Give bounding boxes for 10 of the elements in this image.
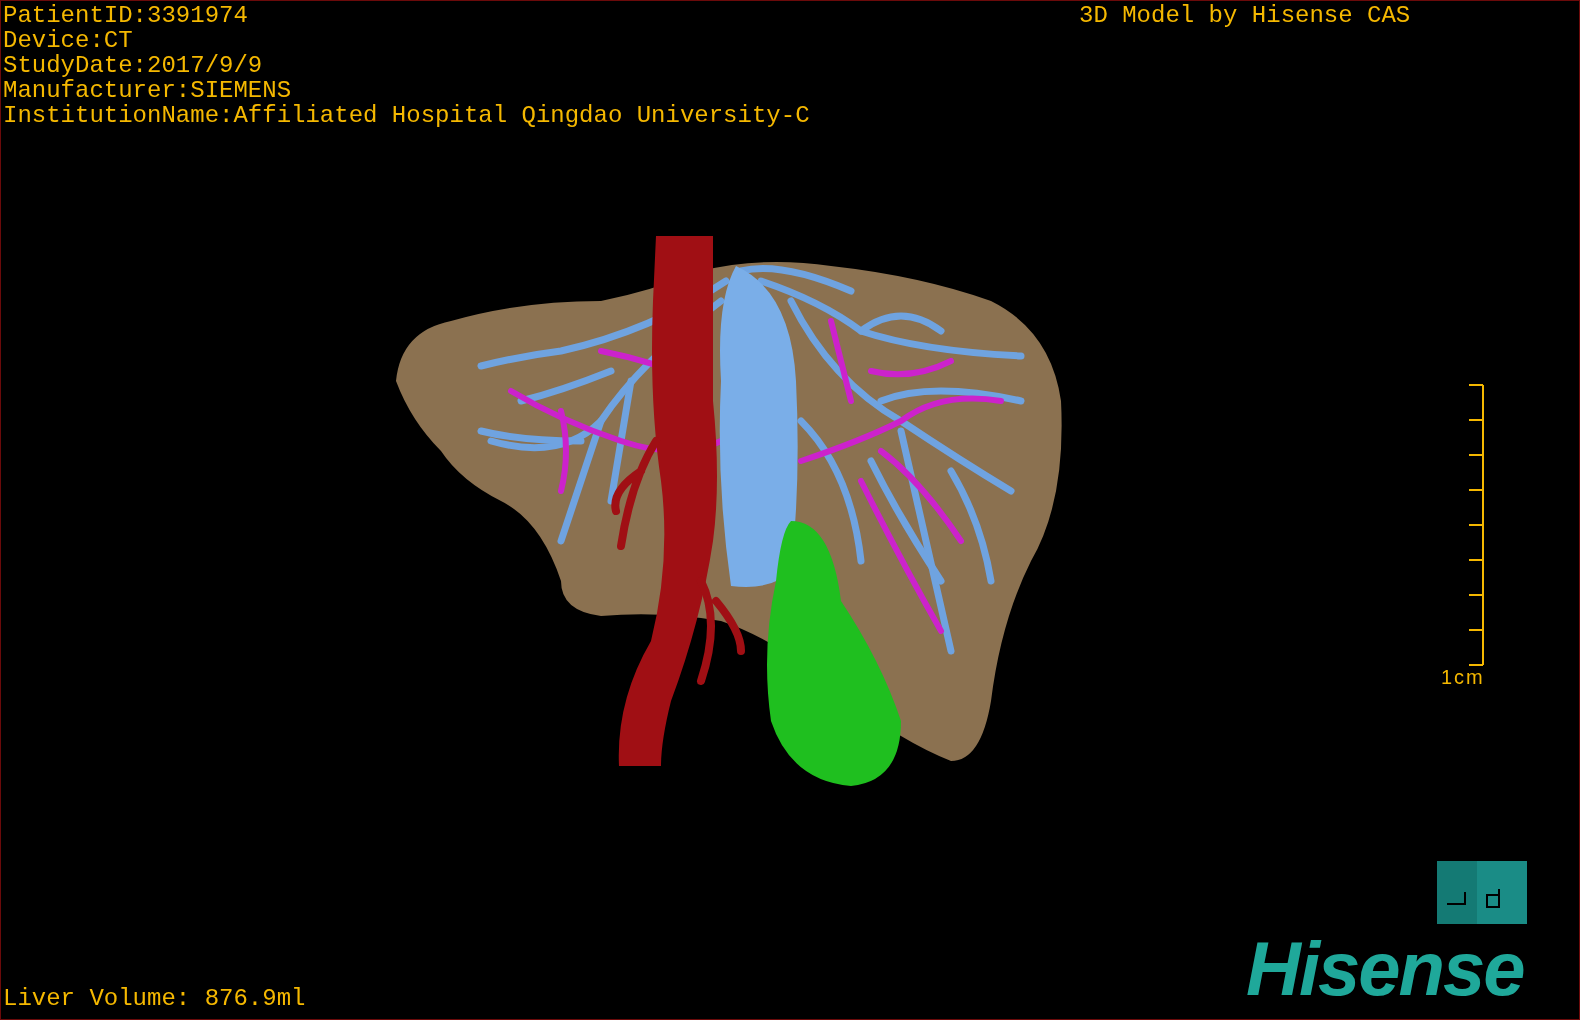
scale-label: 1cm: [1441, 666, 1485, 688]
patient-info-text: Device:CT: [3, 28, 134, 53]
patient-info-text: StudyDate:2017/9/9: [3, 53, 264, 78]
model-credit-text: 3D Model by Hisense CAS: [1079, 3, 1411, 28]
patient-info-text: InstitutionName:Affiliated Hospital Qingdao University-C: [3, 103, 810, 128]
liver-volume-text: Liver Volume: 876.9ml: [3, 986, 306, 1011]
patient-info-text: Manufacturer:SIEMENS: [3, 78, 293, 103]
patient-info-text: PatientID:3391974: [3, 3, 249, 28]
orientation-cube-icon: [1437, 861, 1527, 924]
brand-logo: Hisense: [1246, 931, 1524, 1007]
